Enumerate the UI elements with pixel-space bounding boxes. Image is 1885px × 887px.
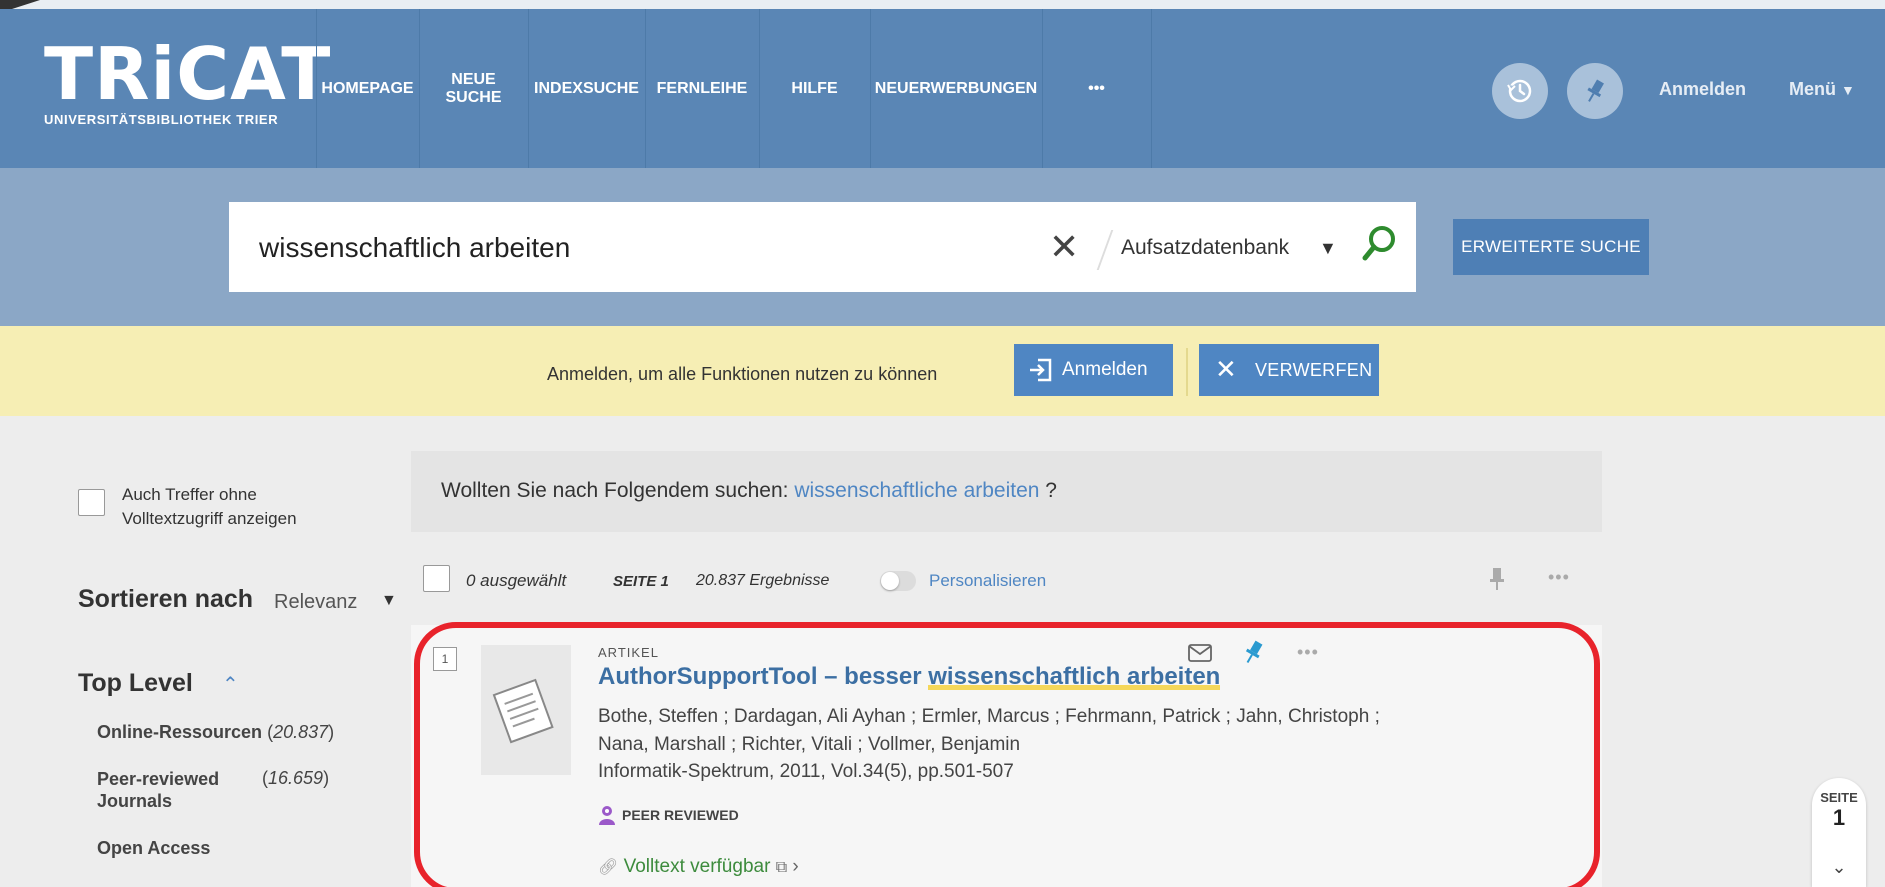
sign-in-icon [1030,358,1052,382]
nav-neue-line2: SUCHE [445,88,502,106]
did-you-mean-prefix: Wollten Sie nach Folgendem suchen: [441,479,795,502]
search-separator [1096,230,1114,270]
more-actions-icon[interactable]: ••• [1297,642,1319,663]
personalize-toggle[interactable] [880,571,916,591]
fulltext-toggle-label[interactable]: Auch Treffer ohne Volltextzugriff anzeig… [122,483,297,531]
caret-down-icon[interactable]: ▼ [1319,238,1337,259]
login-banner [0,326,1885,416]
facet-count: (16.659) [262,768,330,788]
did-you-mean-suffix: ? [1039,479,1057,502]
results-count: 20.837 Ergebnisse [696,572,830,589]
article-thumbnail[interactable] [481,645,571,775]
pin-all-icon[interactable] [1489,567,1505,591]
logo-wordmark: TRiCAT [44,32,332,116]
pin-icon[interactable] [1242,640,1264,666]
fulltext-toggle-line2: Volltextzugriff anzeigen [122,509,297,528]
sort-select[interactable]: Relevanz [274,591,357,614]
nav-homepage[interactable]: HOMEPAGE [316,9,419,168]
result-item[interactable]: 1 ARTIKEL AuthorSupportTool – besser wis… [411,625,1602,887]
page-indicator-number: 1 [1832,805,1846,830]
caret-down-icon: ▼ [1841,82,1855,98]
personalize-label[interactable]: Personalisieren [929,571,1046,591]
did-you-mean-text: Wollten Sie nach Folgendem suchen: wisse… [441,479,1057,503]
chevron-right-icon: › [792,856,799,877]
search-input[interactable]: wissenschaftlich arbeiten [259,232,570,264]
banner-separator [1186,348,1188,396]
fulltext-toggle-checkbox[interactable] [78,489,105,516]
search-icon[interactable] [1359,222,1399,268]
facet-count: (20.837) [267,722,335,742]
select-all-checkbox[interactable] [423,565,450,592]
peer-reviewed-label: PEER REVIEWED [622,807,739,823]
result-authors-line2: Nana, Marshall ; Richter, Vitali ; Vollm… [598,734,1021,755]
fulltext-toggle-line1: Auch Treffer ohne [122,485,257,504]
did-you-mean-box: Wollten Sie nach Folgendem suchen: wisse… [411,451,1602,532]
facet-online-resources[interactable]: Online-Ressourcen (20.837) [97,721,334,743]
caret-down-icon[interactable]: ▼ [381,592,397,610]
facet-open-access[interactable]: Open Access [97,837,210,859]
menu-label: Menü [1789,79,1836,99]
facet-label-line2: Journals [97,791,173,811]
sort-label: Sortieren nach [78,585,254,613]
document-icon [492,678,554,744]
nav-neue-suche[interactable]: NEUE SUCHE [419,9,528,168]
history-button[interactable] [1492,63,1548,119]
tricat-logo[interactable]: TRiCAT UNIVERSITÄTSBIBLIOTHEK TRIER [44,32,332,128]
page-indicator-label: SEITE [1820,790,1858,805]
peer-reviewed-icon [599,806,615,825]
result-type: ARTIKEL [598,645,659,660]
did-you-mean-suggestion-link[interactable]: wissenschaftliche arbeiten [794,479,1039,502]
page-label: SEITE 1 [613,573,669,590]
external-link-icon: ⧉ [775,859,788,876]
top-strip [0,0,1885,9]
menu-link[interactable]: Menü ▼ [1789,79,1855,100]
chevron-down-icon[interactable]: ⌄ [1812,857,1866,878]
pinned-items-button[interactable] [1567,63,1623,119]
pin-icon [1587,79,1604,102]
clear-search-icon[interactable]: ✕ [1049,226,1079,268]
close-icon: ✕ [1215,354,1238,384]
link-icon: 🔗︎ [598,859,619,876]
banner-dismiss-label: VERWERFEN [1255,359,1373,380]
result-title-highlight: wissenschaftlich arbeiten [928,663,1221,690]
selected-count: 0 ausgewählt [466,571,567,590]
facet-peer-reviewed[interactable]: Peer-reviewed Journals [97,768,219,812]
result-number[interactable]: 1 [433,647,457,671]
nav-hilfe[interactable]: HILFE [759,9,870,168]
fulltext-label: Volltext verfügbar [623,856,771,877]
more-actions-icon[interactable]: ••• [1548,567,1570,588]
email-icon[interactable] [1188,644,1212,662]
banner-login-label: Anmelden [1062,359,1148,380]
nav-more-button[interactable]: ••• [1042,9,1151,168]
login-link[interactable]: Anmelden [1659,79,1746,100]
facet-label: Online-Ressourcen [97,722,263,742]
scope-select[interactable]: Aufsatzdatenbank [1121,236,1289,260]
result-title-text: AuthorSupportTool – besser [598,663,929,690]
fulltext-available-link[interactable]: 🔗︎ Volltext verfügbar ⧉ › [598,856,799,878]
nav-neue-line1: NEUE [451,70,496,88]
nav-fernleihe[interactable]: FERNLEIHE [645,9,759,168]
result-authors-line1: Bothe, Steffen ; Dardagan, Ali Ayhan ; E… [598,706,1380,727]
nav-indexsuche[interactable]: INDEXSUCHE [528,9,645,168]
history-icon [1507,79,1532,103]
advanced-search-button[interactable]: ERWEITERTE SUCHE [1453,219,1649,275]
chevron-up-icon[interactable]: ⌃ [222,672,239,697]
facet-label-line1: Peer-reviewed [97,769,220,789]
page-indicator[interactable]: SEITE 1 ⌄ [1812,778,1866,887]
facet-top-level-title[interactable]: Top Level [78,669,193,698]
search-box[interactable]: wissenschaftlich arbeiten ✕ Aufsatzdaten… [229,202,1416,292]
banner-login-button[interactable]: Anmelden [1014,344,1173,396]
result-title-link[interactable]: AuthorSupportTool – besser wissenschaftl… [598,663,1221,691]
facet-count-value: 16.659 [268,768,324,788]
banner-text: Anmelden, um alle Funktionen nutzen zu k… [547,364,938,384]
nav-neuerwerbungen[interactable]: NEUERWERBUNGEN [870,9,1042,168]
corner-decoration [0,0,40,9]
peer-reviewed-badge: PEER REVIEWED [598,805,739,825]
banner-dismiss-button[interactable]: ✕ VERWERFEN [1199,344,1379,396]
facet-count-value: 20.837 [273,722,329,742]
nav-divider [1151,9,1152,168]
result-source: Informatik-Spektrum, 2011, Vol.34(5), pp… [598,761,1014,782]
